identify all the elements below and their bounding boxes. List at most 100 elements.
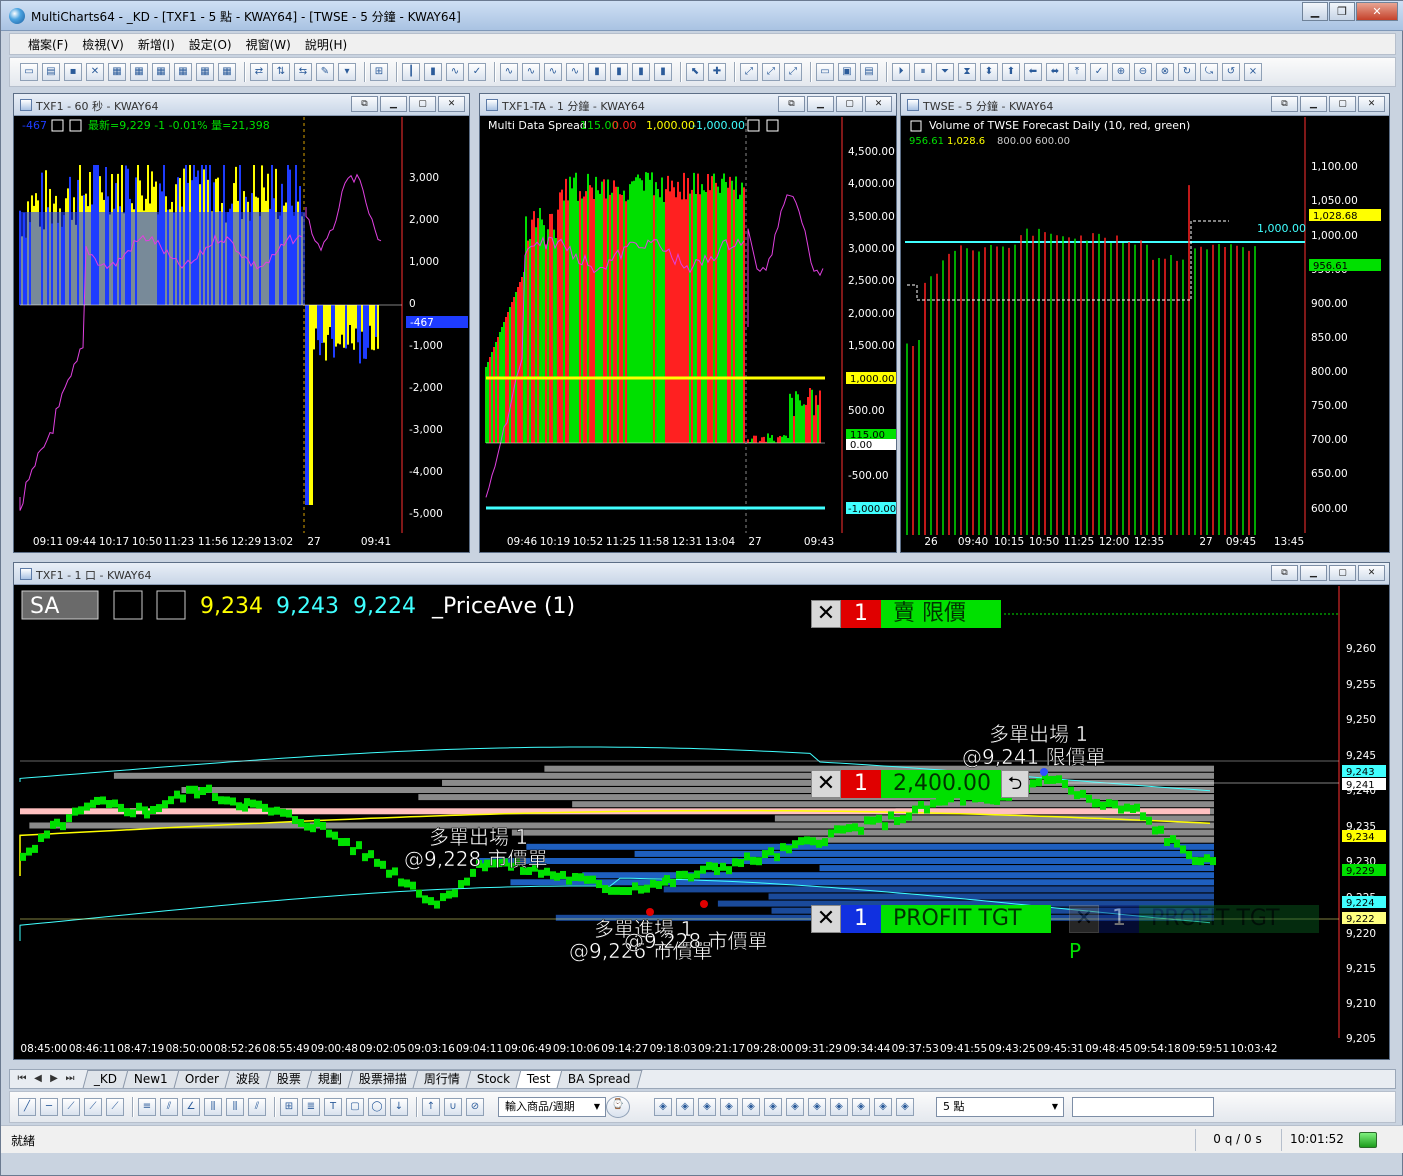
- order-label[interactable]: 2,400.00: [881, 770, 1001, 798]
- cancel-order-button[interactable]: ✕: [811, 770, 841, 798]
- panel-minimize-button[interactable]: ▁: [1300, 96, 1327, 112]
- nav-f-icon[interactable]: ⬆: [1002, 63, 1020, 81]
- nav-g-icon[interactable]: ⬅: [1024, 63, 1042, 81]
- draw-tool-5-icon[interactable]: ≡: [138, 1098, 156, 1116]
- order-tool-6-icon[interactable]: ◈: [786, 1098, 804, 1116]
- draw-tool-11-icon[interactable]: ⊞: [280, 1098, 298, 1116]
- window-a-icon[interactable]: ▭: [816, 63, 834, 81]
- draw-tool-10-icon[interactable]: ⫽: [248, 1098, 266, 1116]
- tile-b-icon[interactable]: ▦: [130, 63, 148, 81]
- draw-tool-18-icon[interactable]: ∪: [444, 1098, 462, 1116]
- chevron-down-icon[interactable]: ▼: [1049, 1100, 1061, 1114]
- nav-c-icon[interactable]: ⏷: [936, 63, 954, 81]
- menu-settings[interactable]: 設定(O): [189, 36, 232, 53]
- bars4-icon[interactable]: ▮: [632, 63, 650, 81]
- tile-e-icon[interactable]: ▦: [196, 63, 214, 81]
- panel-restore-button[interactable]: ⧉: [778, 96, 805, 112]
- interval-select[interactable]: 5 點 ▼: [936, 1097, 1064, 1117]
- close-ws-icon[interactable]: ✕: [86, 63, 104, 81]
- panel-close-button[interactable]: ✕: [438, 96, 465, 112]
- draw-tool-6-icon[interactable]: ⫽: [160, 1098, 178, 1116]
- cursor-b-icon[interactable]: ⇅: [272, 63, 290, 81]
- open-icon[interactable]: ▤: [42, 63, 60, 81]
- draw-tool-17-icon[interactable]: ↑: [422, 1098, 440, 1116]
- profit-target-order[interactable]: ✕ 1 PROFIT TGT: [811, 904, 1051, 934]
- tab-1[interactable]: New1: [122, 1070, 180, 1088]
- tab-2[interactable]: Order: [173, 1070, 231, 1088]
- draw-icon[interactable]: ✎: [316, 63, 334, 81]
- menu-new[interactable]: 新增(I): [138, 36, 175, 53]
- next-tab-arrow-icon[interactable]: ▶: [46, 1070, 62, 1088]
- draw-tool-1-icon[interactable]: ─: [40, 1098, 58, 1116]
- order-tool-9-icon[interactable]: ◈: [852, 1098, 870, 1116]
- chart-panel-twse[interactable]: TWSE - 5 分鐘 - KWAY64 ⧉ ▁ ▢ ✕ 1,100.00 1,050.…: [900, 93, 1390, 553]
- order-tool-11-icon[interactable]: ◈: [896, 1098, 914, 1116]
- panel-close-button[interactable]: ✕: [1358, 96, 1385, 112]
- cross-icon[interactable]: ✚: [708, 63, 726, 81]
- ind-b-icon[interactable]: ∿: [522, 63, 540, 81]
- tab-6[interactable]: 股票掃描: [347, 1070, 419, 1088]
- order-label[interactable]: 賣 限價: [881, 600, 1001, 628]
- bars2-icon[interactable]: ▮: [588, 63, 606, 81]
- draw-tool-12-icon[interactable]: ≣: [302, 1098, 320, 1116]
- chart-area[interactable]: 1,100.001,050.001,000.00950.00900.00850.…: [901, 117, 1389, 553]
- draw-tool-3-icon[interactable]: ⟋: [84, 1098, 102, 1116]
- draw-tool-7-icon[interactable]: ∠: [182, 1098, 200, 1116]
- draw-tool-16-icon[interactable]: ↓: [390, 1098, 408, 1116]
- nav-h-icon[interactable]: ⬌: [1046, 63, 1064, 81]
- maximize-button[interactable]: ❐: [1329, 2, 1355, 21]
- tab-3[interactable]: 波段: [224, 1070, 272, 1088]
- order-label[interactable]: PROFIT TGT: [881, 905, 1051, 933]
- draw-tool-0-icon[interactable]: ╱: [18, 1098, 36, 1116]
- panel-minimize-button[interactable]: ▁: [380, 96, 407, 112]
- ind-c-icon[interactable]: ∿: [544, 63, 562, 81]
- nav-p-icon[interactable]: ↺: [1222, 63, 1240, 81]
- stop-order[interactable]: ✕ 1 2,400.00 ⮌: [811, 769, 1029, 799]
- order-tool-1-icon[interactable]: ◈: [676, 1098, 694, 1116]
- order-tool-2-icon[interactable]: ◈: [698, 1098, 716, 1116]
- check-icon[interactable]: ✓: [468, 63, 486, 81]
- nav-e-icon[interactable]: ⬍: [980, 63, 998, 81]
- panel-restore-button[interactable]: ⧉: [1271, 96, 1298, 112]
- tile-a-icon[interactable]: ▦: [108, 63, 126, 81]
- bars3-icon[interactable]: ▮: [610, 63, 628, 81]
- nav-b-icon[interactable]: ⏸: [914, 63, 932, 81]
- nav-j-icon[interactable]: ✓: [1090, 63, 1108, 81]
- new-chart-icon[interactable]: ▭: [20, 63, 38, 81]
- panel-minimize-button[interactable]: ▁: [1300, 565, 1327, 581]
- cancel-order-button[interactable]: ✕: [811, 905, 841, 933]
- order-tool-0-icon[interactable]: ◈: [654, 1098, 672, 1116]
- tab-10[interactable]: BA Spread: [556, 1070, 642, 1088]
- command-input[interactable]: [1072, 1097, 1214, 1117]
- chart-panel-txf1-tick[interactable]: TXF1 - 1 口 - KWAY64 ⧉ ▁ ▢ ✕ 多單出場 1 @9,241 限價…: [13, 562, 1390, 1060]
- nav-k-icon[interactable]: ⊕: [1112, 63, 1130, 81]
- tab-4[interactable]: 股票: [265, 1070, 313, 1088]
- panel-minimize-button[interactable]: ▁: [807, 96, 834, 112]
- draw-tool-9-icon[interactable]: ⫼: [226, 1098, 244, 1116]
- tile-d-icon[interactable]: ▦: [174, 63, 192, 81]
- candles-icon[interactable]: ▮: [424, 63, 442, 81]
- tab-8[interactable]: Stock: [465, 1070, 522, 1088]
- menu-help[interactable]: 說明(H): [305, 36, 347, 53]
- panel-maximize-button[interactable]: ▢: [836, 96, 863, 112]
- ind-a-icon[interactable]: ∿: [500, 63, 518, 81]
- dd-icon[interactable]: ▾: [338, 63, 356, 81]
- order-label[interactable]: PROFIT TGT: [1139, 905, 1319, 933]
- tab-7[interactable]: 周行情: [412, 1070, 472, 1088]
- draw-tool-8-icon[interactable]: ⫼: [204, 1098, 222, 1116]
- order-tool-5-icon[interactable]: ◈: [764, 1098, 782, 1116]
- close-button[interactable]: ✕: [1356, 2, 1398, 21]
- nav-d-icon[interactable]: ⧗: [958, 63, 976, 81]
- panel-close-button[interactable]: ✕: [865, 96, 892, 112]
- draw-tool-2-icon[interactable]: ⟋: [62, 1098, 80, 1116]
- chart-area[interactable]: 3,000 2,000 1,000 0 -1,000 -2,000 -3,000 -4,000…: [14, 117, 469, 553]
- tab-0[interactable]: _KD: [82, 1070, 129, 1088]
- chart-panel-txf1-ta[interactable]: TXF1-TA - 1 分鐘 - KWAY64 ⧉ ▁ ▢ ✕ 4,500.00 4,0…: [479, 93, 897, 553]
- nav-i-icon[interactable]: ⤒: [1068, 63, 1086, 81]
- first-tab-arrow-icon[interactable]: ⏮: [14, 1070, 30, 1088]
- bars-icon[interactable]: ┃: [402, 63, 420, 81]
- zoom-c-icon[interactable]: ⤢: [784, 63, 802, 81]
- reverse-icon[interactable]: ⮌: [1001, 770, 1029, 798]
- cancel-order-button[interactable]: ✕: [811, 600, 841, 628]
- draw-tool-13-icon[interactable]: T: [324, 1098, 342, 1116]
